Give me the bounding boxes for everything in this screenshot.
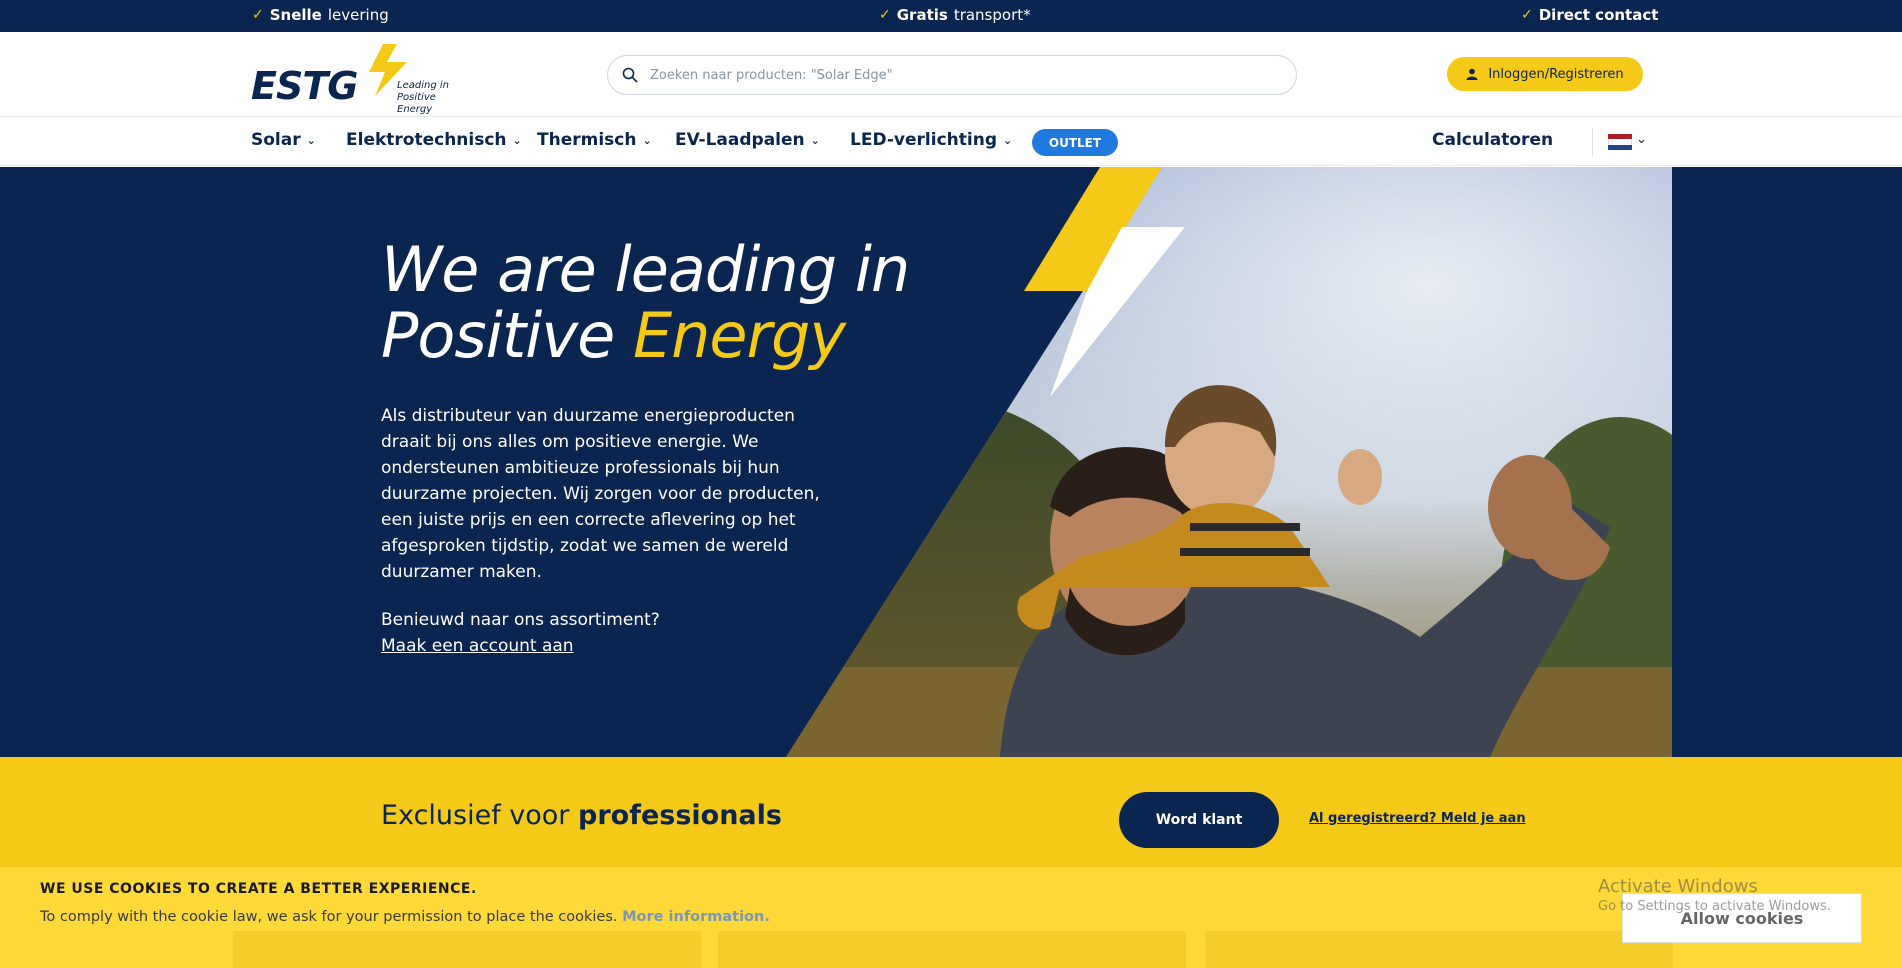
usp-bold: Gratis [896,6,948,24]
usp-bold: Snelle [269,6,322,24]
usp-text: transport* [953,6,1031,24]
usp-bar: ✓ Snelle levering ✓ Gratis transport* ✓ … [0,0,1902,32]
nav-item-ev-laadpalen[interactable]: EV-Laadpalen ⌄ [675,130,820,150]
language-chevron-icon[interactable]: ⌄ [1636,132,1647,147]
login-register-button[interactable]: Inloggen/Registreren [1447,57,1643,91]
site-header: ESTG Leading in Positive Energy Inloggen… [0,32,1902,117]
become-customer-button[interactable]: Word klant [1119,792,1279,848]
search-icon [622,67,638,83]
estg-logo[interactable]: ESTG Leading in Positive Energy [251,44,471,115]
main-nav: Solar ⌄ Elektrotechnisch ⌄ Thermisch ⌄ EV-L… [0,118,1902,166]
check-icon: ✓ [1521,7,1533,23]
professionals-band: Exclusief voor professionals Word klant … [0,757,1902,867]
nav-item-thermisch[interactable]: Thermisch ⌄ [537,130,652,150]
usp-text: levering [327,6,389,24]
check-icon: ✓ [879,7,891,23]
usp-free-transport: ✓ Gratis transport* [879,6,1031,24]
chevron-down-icon: ⌄ [642,133,652,147]
nav-item-elektrotechnisch[interactable]: Elektrotechnisch ⌄ [346,130,522,150]
nav-item-led-verlichting[interactable]: LED-verlichting ⌄ [850,130,1012,150]
usp-direct-contact: ✓ Direct contact [1521,6,1658,24]
hero-section: We are leading in Positive Energy Als di… [0,167,1902,757]
exclusive-heading: Exclusief voor professionals [381,800,782,831]
already-registered-link[interactable]: Al geregistreerd? Meld je aan [1309,811,1526,826]
login-label: Inloggen/Registreren [1488,66,1624,82]
chevron-down-icon: ⌄ [810,133,820,147]
usp-bold: Direct contact [1538,6,1659,24]
search-input[interactable] [650,67,1250,83]
nav-item-solar[interactable]: Solar ⌄ [251,130,316,150]
cookie-title: WE USE COOKIES TO CREATE A BETTER EXPERI… [40,881,477,897]
nav-calculators[interactable]: Calculatoren [1432,130,1553,150]
search-bar[interactable] [607,55,1297,95]
outlet-badge-link[interactable]: OUTLET [1032,129,1118,156]
cookie-more-info-link[interactable]: More information. [622,909,770,925]
hero-question: Benieuwd naar ons assortiment? [381,610,660,630]
user-icon [1466,68,1478,80]
nav-divider [1592,128,1593,156]
create-account-link[interactable]: Maak een account aan [381,633,574,659]
logo-tagline: Leading in Positive Energy [397,80,449,115]
chevron-down-icon: ⌄ [512,133,522,147]
logo-wordmark: ESTG [251,64,358,108]
windows-activation-watermark: Activate Windows Go to Settings to activ… [1598,876,1831,914]
dutch-flag-icon[interactable] [1608,134,1632,150]
cookie-text: To comply with the cookie law, we ask fo… [40,909,770,925]
usp-fast-delivery: ✓ Snelle levering [252,6,389,24]
hero-title-highlight: Energy [632,299,846,372]
hero-title: We are leading in Positive Energy [381,233,910,372]
check-icon: ✓ [252,7,264,23]
chevron-down-icon: ⌄ [306,133,316,147]
chevron-down-icon: ⌄ [1002,133,1013,147]
hero-description: Als distributeur van duurzame energiepro… [381,406,820,582]
